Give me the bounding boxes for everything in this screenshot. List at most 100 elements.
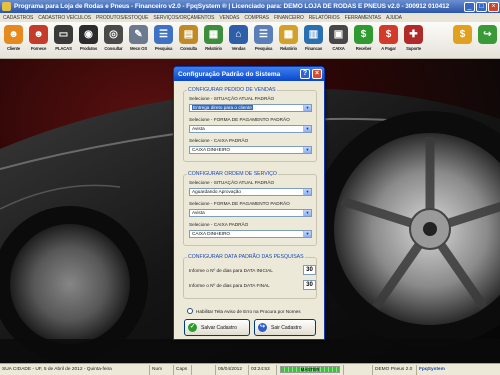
- toolbar-label: CAIXA: [332, 46, 345, 51]
- menu-relatorios[interactable]: RELATÓRIOS: [309, 15, 340, 21]
- toolbar-button-pesquisa[interactable]: ☰ Pesquisa: [151, 22, 176, 58]
- exit-icon: ↪: [478, 25, 497, 44]
- toolbar-button-consultar[interactable]: ◎ Consultar: [101, 22, 126, 58]
- toolbar-button-produtos[interactable]: ◉ Produtos: [76, 22, 101, 58]
- dialog-title: Configuração Padrão do Sistema: [178, 70, 281, 78]
- support-icon: ✚: [404, 25, 423, 44]
- service-group-title: CONFIGURAR ORDEM DE SERVIÇO: [187, 171, 278, 177]
- search-sales-icon: ☰: [254, 25, 273, 44]
- status-progress-label: MASTER: [300, 367, 320, 372]
- window-title: Programa para Loja de Rodas e Pneus - Fi…: [14, 3, 450, 10]
- toolbar-button-suporte[interactable]: ✚ Suporte: [401, 22, 426, 58]
- sales-icon: ⌂: [229, 25, 248, 44]
- service-cash-select[interactable]: CAIXA DINHEIRO ▼: [189, 230, 312, 238]
- status-date: 05/04/2012: [216, 364, 249, 375]
- sales-status-select[interactable]: Entrega direto para o cliente ▼: [189, 104, 312, 112]
- receive-icon: $: [354, 25, 373, 44]
- chevron-down-icon[interactable]: ▼: [303, 126, 311, 132]
- minimize-button[interactable]: _: [464, 1, 475, 12]
- status-city-date: SUA CIDADE - UF, 5 de Abril de 2012 - Qu…: [0, 364, 150, 375]
- toolbar-button-a-pagar[interactable]: $ A Pagar: [376, 22, 401, 58]
- window-close-button[interactable]: ×: [488, 1, 499, 12]
- service-cash-label: Selecione - CAIXA PADRÃO: [189, 222, 249, 227]
- toolbar-label: Financas: [304, 46, 323, 51]
- menu-vendas[interactable]: VENDAS: [219, 15, 239, 21]
- toolbar-label: PLACAS: [55, 46, 72, 51]
- toolbar-button-relat-rio[interactable]: ▦ Relatório: [201, 22, 226, 58]
- chevron-down-icon[interactable]: ▼: [303, 210, 311, 216]
- toolbar-label: A Pagar: [381, 46, 396, 51]
- save-button[interactable]: ✓ Salvar Cadastro: [184, 319, 250, 336]
- service-payment-select[interactable]: Avista ▼: [189, 209, 312, 217]
- service-payment-label: Selecione - FORMA DE PAGAMENTO PADRÃO: [189, 201, 290, 206]
- error-warning-radio[interactable]: [187, 308, 193, 314]
- orders-icon: ▤: [179, 25, 198, 44]
- toolbar-label: Produtos: [79, 46, 98, 51]
- toolbar-label: Suporte: [406, 46, 421, 51]
- dialog-close-button[interactable]: ×: [312, 69, 322, 79]
- sales-config-group: CONFIGURAR PEDIDO DE VENDAS Selecione - …: [183, 87, 317, 162]
- sales-status-label: Selecione - SITUAÇÃO ATUAL PADRÃO: [189, 96, 275, 101]
- toolbar-button-financas[interactable]: ▥ Financas: [301, 22, 326, 58]
- toolbar-label: Consultar: [104, 46, 123, 51]
- status-progress: MASTER: [280, 366, 340, 373]
- window-titlebar: Programa para Loja de Rodas e Pneus - Fi…: [0, 0, 500, 13]
- chevron-down-icon[interactable]: ▼: [303, 147, 311, 153]
- service-config-group: CONFIGURAR ORDEM DE SERVIÇO Selecione - …: [183, 171, 317, 246]
- service-cash-value: CAIXA DINHEIRO: [192, 231, 231, 236]
- menu-produtos-estoque[interactable]: PRODUTOS/ESTOQUE: [96, 15, 149, 21]
- toolbar-button-relat-rio[interactable]: ▦ Relatório: [276, 22, 301, 58]
- help-button[interactable]: ?: [300, 69, 310, 79]
- toolbar-button-mecn-os[interactable]: ✎ Mecn OS: [126, 22, 151, 58]
- sales-payment-select[interactable]: Avista ▼: [189, 125, 312, 133]
- toolbar-label: Relatório: [205, 46, 222, 51]
- config-dialog: Configuração Padrão do Sistema ? × CONFI…: [173, 66, 325, 340]
- menu-ajuda[interactable]: AJUDA: [386, 15, 402, 21]
- start-days-label: Informe o Nº de dias para DATA INICIAL: [189, 268, 273, 273]
- search-list-icon: ☰: [154, 25, 173, 44]
- toolbar-button-cliente[interactable]: ☻ Cliente: [1, 22, 26, 58]
- end-days-input[interactable]: 30: [303, 280, 316, 290]
- menu-servicos-orcamentos[interactable]: SERVIÇOS/ORÇAMENTOS: [153, 15, 214, 21]
- toolbar-button-fornece[interactable]: ☻ Fornece: [26, 22, 51, 58]
- cash-register-icon: ▣: [329, 25, 348, 44]
- maximize-button[interactable]: □: [476, 1, 487, 12]
- toolbar-button-caixa[interactable]: ▣ CAIXA: [326, 22, 351, 58]
- status-version: DEMO Pneus 2.0: [373, 364, 417, 375]
- status-num: Num: [150, 364, 174, 375]
- sales-payment-label: Selecione - FORMA DE PAGAMENTO PADRÃO: [189, 117, 290, 122]
- mechanic-icon: ✎: [129, 25, 148, 44]
- user-icon: ☻: [4, 25, 23, 44]
- chevron-down-icon[interactable]: ▼: [303, 105, 311, 111]
- check-icon: ✓: [188, 323, 197, 332]
- menu-cadastro-veiculos[interactable]: CADASTRO VEÍCULOS: [38, 15, 91, 21]
- toolbar-label: Cliente: [7, 46, 20, 51]
- toolbar-button-consulta[interactable]: ▤ Consulta: [176, 22, 201, 58]
- toolbar-label: Receber: [355, 46, 372, 51]
- status-time: 03:24:53: [249, 364, 277, 375]
- toolbar-button-vendas[interactable]: ⌂ Vendas: [226, 22, 251, 58]
- toolbar-button-pesquisa[interactable]: ☰ Pesquisa: [251, 22, 276, 58]
- sales-report-icon: ▦: [279, 25, 298, 44]
- sales-cash-select[interactable]: CAIXA DINHEIRO ▼: [189, 146, 312, 154]
- status-bar: SUA CIDADE - UF, 5 de Abril de 2012 - Qu…: [0, 363, 500, 375]
- start-days-input[interactable]: 30: [303, 265, 316, 275]
- toolbar-button-receber[interactable]: $ Receber: [351, 22, 376, 58]
- menu-financeiro[interactable]: FINANCEIRO: [274, 15, 304, 21]
- exit-button[interactable]: ↪ Sair Cadastro: [254, 319, 316, 336]
- toolbar-button-exit[interactable]: ↪: [475, 22, 500, 58]
- service-status-select[interactable]: Aguardando Aprovação ▼: [189, 188, 312, 196]
- tire-search-icon: ◎: [104, 25, 123, 44]
- main-toolbar: ☻ Cliente ☻ Fornece ▭ PLACAS ◉ Produtos ◎ Consult…: [0, 22, 500, 59]
- toolbar-button-money[interactable]: $: [450, 22, 475, 58]
- sales-status-value: Entrega direto para o cliente: [192, 105, 253, 110]
- finance-icon: ▥: [304, 25, 323, 44]
- chevron-down-icon[interactable]: ▼: [303, 231, 311, 237]
- menu-cadastros[interactable]: CADASTROS: [3, 15, 33, 21]
- chevron-down-icon[interactable]: ▼: [303, 189, 311, 195]
- tire-icon: ◉: [79, 25, 98, 44]
- toolbar-button-placas[interactable]: ▭ PLACAS: [51, 22, 76, 58]
- menu-compras[interactable]: COMPRAS: [244, 15, 269, 21]
- menu-ferramentas[interactable]: FERRAMENTAS: [345, 15, 381, 21]
- error-warning-option[interactable]: Habilitar Tela Aviso de Erro na Procura …: [187, 308, 301, 314]
